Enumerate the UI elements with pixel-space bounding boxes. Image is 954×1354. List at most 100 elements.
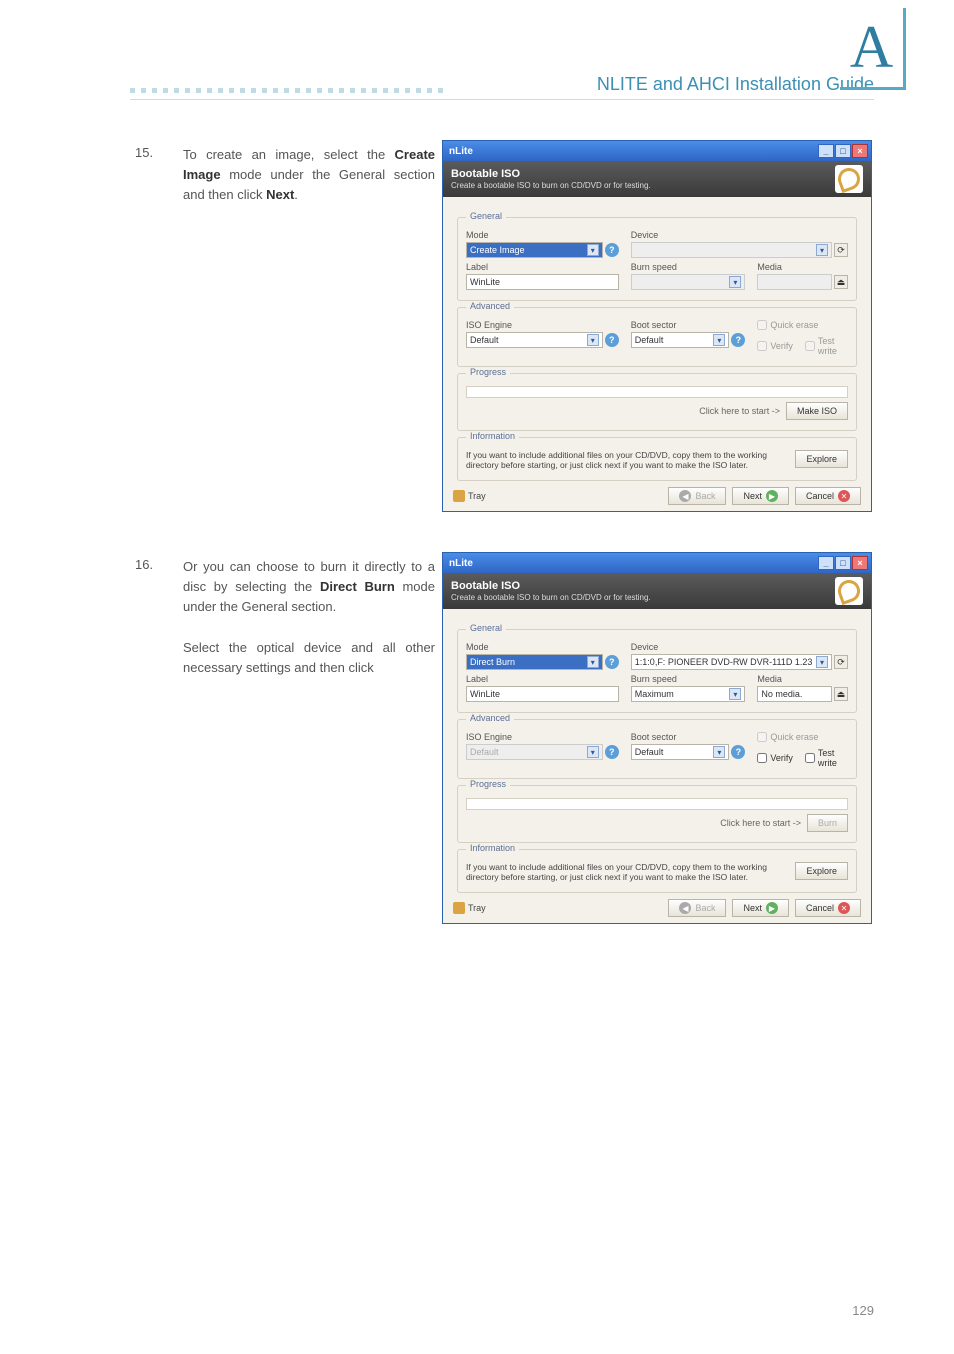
progress-bar (466, 386, 848, 398)
step-16-p2: Select the optical device and all other … (183, 640, 435, 675)
burn-button: Burn (807, 814, 848, 832)
device-dropdown: ▾ (631, 242, 832, 258)
close-icon[interactable]: × (852, 556, 868, 570)
burn-speed-label: Burn speed (631, 262, 746, 272)
general-legend: General (466, 623, 506, 633)
progress-group: Progress Click here to start -> Make ISO (457, 373, 857, 431)
step-16-p1: Or you can choose to burn it directly to… (183, 559, 435, 614)
verify-checkbox[interactable]: Verify (757, 748, 793, 768)
step-body: To create an image, select the Create Im… (183, 145, 435, 205)
eject-icon[interactable]: ⏏ (834, 275, 848, 289)
advanced-legend: Advanced (466, 713, 514, 723)
general-group: General Mode Create Image▾ ? Device (457, 217, 857, 301)
mode-dropdown[interactable]: Create Image ▾ (466, 242, 603, 258)
help-icon[interactable]: ? (605, 745, 619, 759)
test-write-checkbox: Test write (805, 336, 848, 356)
start-hint: Click here to start -> (699, 406, 780, 416)
boot-sector-label: Boot sector (631, 732, 746, 742)
back-icon: ◀ (679, 490, 691, 502)
advanced-group: Advanced ISO Engine Default▾ ? Boot sect… (457, 719, 857, 779)
iso-engine-dropdown[interactable]: Default▾ (466, 332, 603, 348)
cancel-button[interactable]: Cancel✕ (795, 899, 861, 917)
info-text: If you want to include additional files … (466, 862, 783, 882)
chevron-down-icon: ▾ (713, 334, 725, 346)
cancel-button[interactable]: Cancel✕ (795, 487, 861, 505)
advanced-legend: Advanced (466, 301, 514, 311)
mode-label: Mode (466, 230, 619, 240)
nlite-window-direct-burn: nLite _ □ × Bootable ISO Create a bootab… (442, 552, 872, 924)
maximize-icon[interactable]: □ (835, 556, 851, 570)
media-field: No media. (757, 686, 832, 702)
step-number: 16. (135, 557, 153, 572)
nlite-logo-icon (835, 577, 863, 605)
close-icon[interactable]: × (852, 144, 868, 158)
start-hint: Click here to start -> (720, 818, 801, 828)
refresh-icon[interactable]: ⟳ (834, 655, 848, 669)
chevron-down-icon: ▾ (587, 334, 599, 346)
help-icon[interactable]: ? (731, 333, 745, 347)
device-dropdown[interactable]: 1:1:0,F: PIONEER DVD-RW DVR-111D 1.23▾ (631, 654, 832, 670)
cancel-icon: ✕ (838, 490, 850, 502)
advanced-group: Advanced ISO Engine Default▾ ? Boot sect… (457, 307, 857, 367)
burn-speed-dropdown: ▾ (631, 274, 746, 290)
boot-sector-label: Boot sector (631, 320, 746, 330)
information-legend: Information (466, 431, 519, 441)
step-body: Or you can choose to burn it directly to… (183, 557, 435, 678)
test-write-checkbox[interactable]: Test write (805, 748, 848, 768)
nlite-window-create-image: nLite _ □ × Bootable ISO Create a bootab… (442, 140, 872, 512)
eject-icon[interactable]: ⏏ (834, 687, 848, 701)
label-label: Label (466, 674, 619, 684)
appendix-letter-box: A (840, 8, 906, 90)
chevron-down-icon: ▾ (729, 276, 741, 288)
iso-engine-dropdown: Default▾ (466, 744, 603, 760)
tray-button[interactable]: Tray (453, 902, 486, 914)
progress-legend: Progress (466, 779, 510, 789)
media-label: Media (757, 674, 848, 684)
burn-speed-dropdown[interactable]: Maximum▾ (631, 686, 746, 702)
step-15: 15. To create an image, select the Creat… (135, 145, 435, 205)
label-input[interactable]: WinLite (466, 274, 619, 290)
chevron-down-icon: ▾ (816, 244, 828, 256)
help-icon[interactable]: ? (731, 745, 745, 759)
next-button[interactable]: Next▶ (732, 487, 789, 505)
explore-button[interactable]: Explore (795, 450, 848, 468)
window-footer: Tray ◀Back Next▶ Cancel✕ (443, 899, 871, 917)
next-button[interactable]: Next▶ (732, 899, 789, 917)
information-legend: Information (466, 843, 519, 853)
mode-dropdown[interactable]: Direct Burn▾ (466, 654, 603, 670)
titlebar: nLite _ □ × (443, 553, 871, 573)
help-icon[interactable]: ? (605, 333, 619, 347)
device-label: Device (631, 642, 848, 652)
help-icon[interactable]: ? (605, 655, 619, 669)
general-legend: General (466, 211, 506, 221)
chevron-down-icon: ▾ (587, 244, 599, 256)
tray-icon (453, 490, 465, 502)
quick-erase-checkbox: Quick erase (757, 732, 848, 742)
maximize-icon[interactable]: □ (835, 144, 851, 158)
boot-sector-dropdown[interactable]: Default▾ (631, 744, 730, 760)
label-input[interactable]: WinLite (466, 686, 619, 702)
window-footer: Tray ◀Back Next▶ Cancel✕ (443, 487, 871, 505)
next-icon: ▶ (766, 490, 778, 502)
chevron-down-icon: ▾ (587, 746, 599, 758)
chevron-down-icon: ▾ (729, 688, 741, 700)
mode-value: Create Image (470, 245, 525, 255)
iso-engine-label: ISO Engine (466, 732, 619, 742)
window-title: nLite (449, 558, 473, 569)
label-label: Label (466, 262, 619, 272)
back-button: ◀Back (668, 899, 726, 917)
progress-bar (466, 798, 848, 810)
tray-button[interactable]: Tray (453, 490, 486, 502)
explore-button[interactable]: Explore (795, 862, 848, 880)
minimize-icon[interactable]: _ (818, 556, 834, 570)
make-iso-button[interactable]: Make ISO (786, 402, 848, 420)
help-icon[interactable]: ? (605, 243, 619, 257)
refresh-icon[interactable]: ⟳ (834, 243, 848, 257)
minimize-icon[interactable]: _ (818, 144, 834, 158)
appendix-letter: A (850, 13, 893, 82)
banner: Bootable ISO Create a bootable ISO to bu… (443, 161, 871, 197)
device-label: Device (631, 230, 848, 240)
chevron-down-icon: ▾ (587, 656, 599, 668)
back-button: ◀Back (668, 487, 726, 505)
boot-sector-dropdown[interactable]: Default▾ (631, 332, 730, 348)
